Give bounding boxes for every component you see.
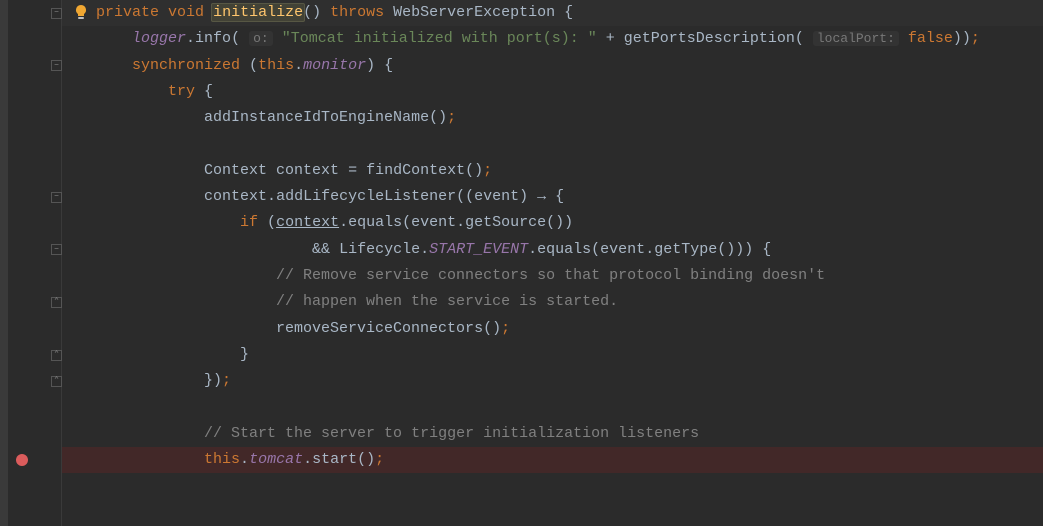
code-line[interactable]: context.addLifecycleListener((event) → {	[62, 184, 1043, 210]
inlay-hint: localPort:	[813, 31, 899, 46]
code-line[interactable]: // Start the server to trigger initializ…	[62, 421, 1043, 447]
keyword-this: this	[204, 451, 240, 468]
gutter-line[interactable]: −	[0, 53, 61, 79]
code-line[interactable]: logger.info( o: "Tomcat initialized with…	[62, 26, 1043, 52]
context-var: context	[276, 214, 339, 231]
comment: // happen when the service is started.	[276, 293, 618, 310]
gutter-line[interactable]	[0, 79, 61, 105]
gutter-line[interactable]	[0, 500, 61, 526]
gutter-line[interactable]	[0, 394, 61, 420]
code-line[interactable]: removeServiceConnectors();	[62, 316, 1043, 342]
boolean-literal: false	[908, 30, 953, 47]
gutter-line[interactable]	[0, 316, 61, 342]
lightbulb-icon[interactable]	[73, 4, 89, 20]
keyword-private: private	[96, 4, 159, 21]
fold-marker-icon[interactable]: −	[51, 60, 62, 71]
gutter-line[interactable]	[0, 263, 61, 289]
code-area[interactable]: private void initialize() throws WebServ…	[62, 0, 1043, 526]
gutter-line[interactable]	[0, 473, 61, 499]
code-line[interactable]: }	[62, 342, 1043, 368]
gutter-line[interactable]	[0, 131, 61, 157]
gutter-line[interactable]	[0, 158, 61, 184]
code-line[interactable]: try {	[62, 79, 1043, 105]
string-literal: "Tomcat initialized with port(s): "	[282, 30, 597, 47]
inlay-hint: o:	[249, 31, 273, 46]
logger-field: logger	[132, 30, 186, 47]
fold-marker-icon[interactable]: −	[51, 192, 62, 203]
code-line[interactable]	[62, 131, 1043, 157]
method-call: getType	[654, 241, 717, 258]
comment: // Remove service connectors so that pro…	[276, 267, 825, 284]
equals-call: equals	[348, 214, 402, 231]
gutter-line[interactable]	[0, 210, 61, 236]
equals-call: equals	[537, 241, 591, 258]
type-context: Context	[204, 162, 267, 179]
gutter-line[interactable]: −	[0, 237, 61, 263]
fold-marker-icon[interactable]: ⌃	[51, 350, 62, 361]
code-line[interactable]: });	[62, 368, 1043, 394]
info-call: info	[195, 30, 231, 47]
lifecycle-class: Lifecycle	[339, 241, 420, 258]
code-line[interactable]: // happen when the service is started.	[62, 289, 1043, 315]
gutter-line[interactable]: −	[0, 184, 61, 210]
start-call: start	[312, 451, 357, 468]
gutter: − − − − ⌃ ⌃ ⌃	[0, 0, 62, 526]
keyword-throws: throws	[330, 4, 384, 21]
gutter-line[interactable]: ⌃	[0, 289, 61, 315]
gutter-line[interactable]: ⌃	[0, 342, 61, 368]
gutter-line[interactable]	[0, 105, 61, 131]
gutter-line[interactable]	[0, 26, 61, 52]
code-line[interactable]: Context context = findContext();	[62, 158, 1043, 184]
fold-marker-icon[interactable]: −	[51, 8, 62, 19]
code-line[interactable]: && Lifecycle.START_EVENT.equals(event.ge…	[62, 237, 1043, 263]
gutter-line[interactable]	[0, 421, 61, 447]
keyword-synchronized: synchronized	[132, 57, 240, 74]
monitor-field: monitor	[303, 57, 366, 74]
code-line[interactable]: synchronized (this.monitor) {	[62, 53, 1043, 79]
method-call: addLifecycleListener	[276, 188, 456, 205]
parens: ()	[303, 4, 321, 21]
method-call: getSource	[465, 214, 546, 231]
keyword-if: if	[240, 214, 258, 231]
keyword-try: try	[168, 83, 195, 100]
exception-type: WebServerException	[393, 4, 555, 21]
code-line[interactable]: private void initialize() throws WebServ…	[62, 0, 1043, 26]
gutter-line[interactable]	[0, 447, 61, 473]
code-line[interactable]	[62, 473, 1043, 499]
method-call: removeServiceConnectors	[276, 320, 483, 337]
tomcat-field: tomcat	[249, 451, 303, 468]
code-line[interactable]: if (context.equals(event.getSource())	[62, 210, 1043, 236]
code-line[interactable]: this.tomcat.start();	[62, 447, 1043, 473]
keyword-void: void	[168, 4, 204, 21]
editor-container: − − − − ⌃ ⌃ ⌃ private void initialize() …	[0, 0, 1043, 526]
method-call: addInstanceIdToEngineName	[204, 109, 429, 126]
fold-marker-icon[interactable]: ⌃	[51, 297, 62, 308]
method-name: initialize	[211, 3, 305, 22]
breakpoint-icon[interactable]	[16, 454, 28, 466]
brace: {	[555, 4, 573, 21]
method-call: getPortsDescription	[624, 30, 795, 47]
code-line[interactable]: // Remove service connectors so that pro…	[62, 263, 1043, 289]
code-line[interactable]: addInstanceIdToEngineName();	[62, 105, 1043, 131]
keyword-this: this	[258, 57, 294, 74]
comment: // Start the server to trigger initializ…	[204, 425, 699, 442]
start-event-const: START_EVENT	[429, 241, 528, 258]
gutter-line[interactable]: ⌃	[0, 368, 61, 394]
gutter-line[interactable]: −	[0, 0, 61, 26]
fold-marker-icon[interactable]: ⌃	[51, 376, 62, 387]
code-line[interactable]	[62, 394, 1043, 420]
method-call: findContext	[366, 162, 465, 179]
fold-marker-icon[interactable]: −	[51, 244, 62, 255]
